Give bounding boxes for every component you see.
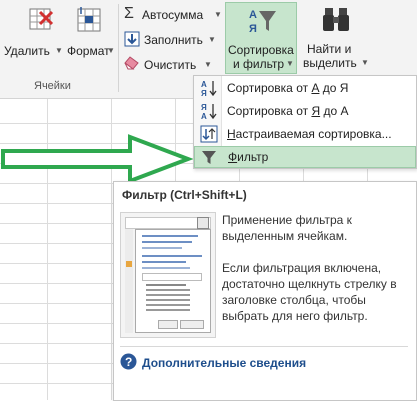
clear-label: Очистить — [144, 58, 197, 72]
sort-filter-button[interactable]: A Я Сортировка и фильтр ▼ — [225, 2, 297, 74]
delete-cells-label: Удалить — [4, 44, 50, 58]
preview-dropdown-button — [197, 217, 209, 229]
clear-button[interactable]: Очистить ▼ — [122, 54, 222, 74]
chevron-down-icon: ▼ — [55, 46, 63, 55]
tooltip-title: Фильтр (Ctrl+Shift+L) — [122, 188, 247, 202]
more-info-link[interactable]: Дополнительные сведения — [142, 356, 306, 370]
menu-item-filter[interactable]: Фильтр — [194, 146, 416, 168]
menu-item-label: Сортировка от А до Я — [227, 81, 349, 95]
preview-line — [146, 299, 190, 301]
tooltip-preview-image — [120, 212, 216, 338]
annotation-arrow-icon — [1, 134, 194, 184]
autosum-button[interactable]: Σ Автосумма ▼ — [122, 5, 222, 26]
preview-line — [146, 309, 190, 311]
preview-cancel-button — [180, 320, 204, 329]
svg-text:Я: Я — [201, 89, 207, 97]
sort-filter-label-line2: и фильтр — [233, 57, 285, 71]
eraser-icon — [124, 56, 139, 70]
binoculars-icon — [323, 8, 349, 31]
preview-line — [146, 304, 190, 306]
menu-item-sort-a-z[interactable]: А Я Сортировка от А до Я — [194, 77, 416, 99]
preview-line — [146, 284, 186, 286]
preview-line — [142, 247, 182, 249]
preview-line — [146, 294, 190, 296]
menu-item-label: Настраиваемая сортировка... — [227, 127, 392, 141]
custom-sort-icon — [200, 125, 218, 143]
fill-icon — [124, 31, 140, 47]
funnel-icon — [202, 151, 216, 164]
preview-line — [142, 241, 192, 243]
preview-line — [142, 267, 190, 269]
svg-text:?: ? — [125, 355, 132, 369]
autosum-icon: Σ — [124, 5, 134, 22]
fill-label: Заполнить — [144, 33, 203, 47]
group-separator — [118, 4, 119, 92]
tooltip-divider — [120, 346, 408, 347]
fill-button[interactable]: Заполнить ▼ — [122, 30, 222, 50]
autosum-label: Автосумма — [142, 8, 204, 22]
chevron-down-icon: ▼ — [214, 10, 222, 19]
menu-item-label: Сортировка от Я до А — [227, 104, 349, 118]
svg-text:Я: Я — [201, 103, 207, 112]
svg-text:A: A — [249, 9, 257, 21]
chevron-down-icon: ▼ — [204, 60, 212, 69]
preview-row-stripe — [125, 229, 133, 333]
preview-line — [146, 289, 190, 291]
tooltip-description: Применение фильтра к выделенным ячейкам. — [222, 213, 352, 243]
sort-za-icon: Я А — [201, 103, 217, 120]
preview-dropdown-list — [135, 229, 211, 333]
chevron-down-icon: ▼ — [107, 46, 115, 55]
help-icon: ? — [120, 353, 137, 370]
chevron-down-icon: ▼ — [361, 58, 369, 67]
menu-item-sort-z-a[interactable]: Я А Сортировка от Я до А — [194, 100, 416, 122]
format-cells-icon — [77, 7, 101, 32]
svg-text:Я: Я — [249, 23, 257, 35]
filter-tooltip: Фильтр (Ctrl+Shift+L) Применение фильтра… — [113, 181, 417, 401]
sort-az-icon: А Я — [201, 80, 217, 97]
delete-cells-icon — [29, 8, 54, 30]
sort-filter-icon: A Я — [249, 9, 276, 35]
cells-group-label: Ячейки — [34, 80, 71, 92]
tooltip-details: Если фильтрация включена, достаточно щел… — [222, 261, 397, 323]
preview-highlight-dot — [126, 261, 132, 267]
find-select-label-line2: выделить — [303, 56, 357, 70]
chevron-down-icon: ▼ — [286, 59, 294, 68]
preview-ok-button — [158, 320, 178, 329]
preview-line — [142, 255, 202, 257]
find-select-label-line1: Найти и — [307, 42, 352, 56]
chevron-down-icon: ▼ — [208, 35, 216, 44]
find-select-button[interactable]: Найти и выделить ▼ — [301, 2, 371, 74]
menu-item-custom-sort[interactable]: Настраиваемая сортировка... — [194, 123, 416, 145]
sort-filter-menu: А Я Сортировка от А до Я Я А Сортировка … — [193, 75, 417, 169]
format-cells-label: Формат — [67, 44, 110, 58]
svg-text:А: А — [201, 80, 207, 89]
preview-line — [142, 261, 186, 263]
svg-text:А: А — [201, 112, 207, 120]
preview-line — [142, 235, 198, 237]
menu-item-label: Фильтр — [228, 150, 269, 164]
format-cells-button[interactable]: Формат ▼ — [63, 4, 115, 62]
preview-search-box — [142, 273, 202, 281]
delete-cells-button[interactable]: Удалить ▼ — [0, 4, 63, 62]
sort-filter-label-line1: Сортировка — [228, 43, 294, 57]
